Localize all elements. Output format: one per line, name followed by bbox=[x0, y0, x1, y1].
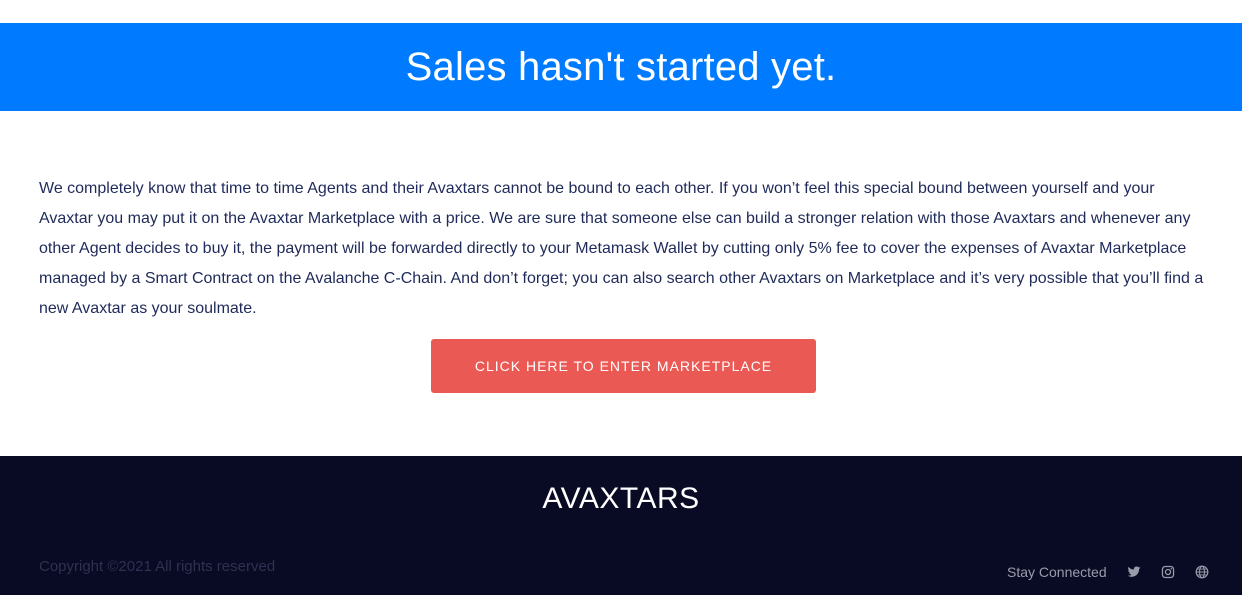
main-content: We completely know that time to time Age… bbox=[39, 174, 1209, 324]
enter-marketplace-button[interactable]: CLICK HERE TO ENTER MARKETPLACE bbox=[431, 339, 816, 393]
footer: AVAXTARS Copyright ©2021 All rights rese… bbox=[0, 456, 1242, 595]
footer-brand: AVAXTARS bbox=[542, 482, 700, 515]
copyright-text: Copyright ©2021 All rights reserved bbox=[39, 558, 276, 575]
page: Sales hasn't started yet. We completely … bbox=[0, 0, 1242, 595]
globe-icon[interactable] bbox=[1195, 565, 1209, 579]
marketplace-description: We completely know that time to time Age… bbox=[39, 180, 1204, 317]
banner-title: Sales hasn't started yet. bbox=[405, 44, 837, 89]
instagram-icon[interactable] bbox=[1161, 565, 1175, 579]
stay-connected-label: Stay Connected bbox=[1007, 564, 1107, 580]
twitter-icon[interactable] bbox=[1127, 565, 1141, 579]
sales-banner: Sales hasn't started yet. bbox=[0, 23, 1242, 111]
social-links: Stay Connected bbox=[1007, 564, 1209, 580]
